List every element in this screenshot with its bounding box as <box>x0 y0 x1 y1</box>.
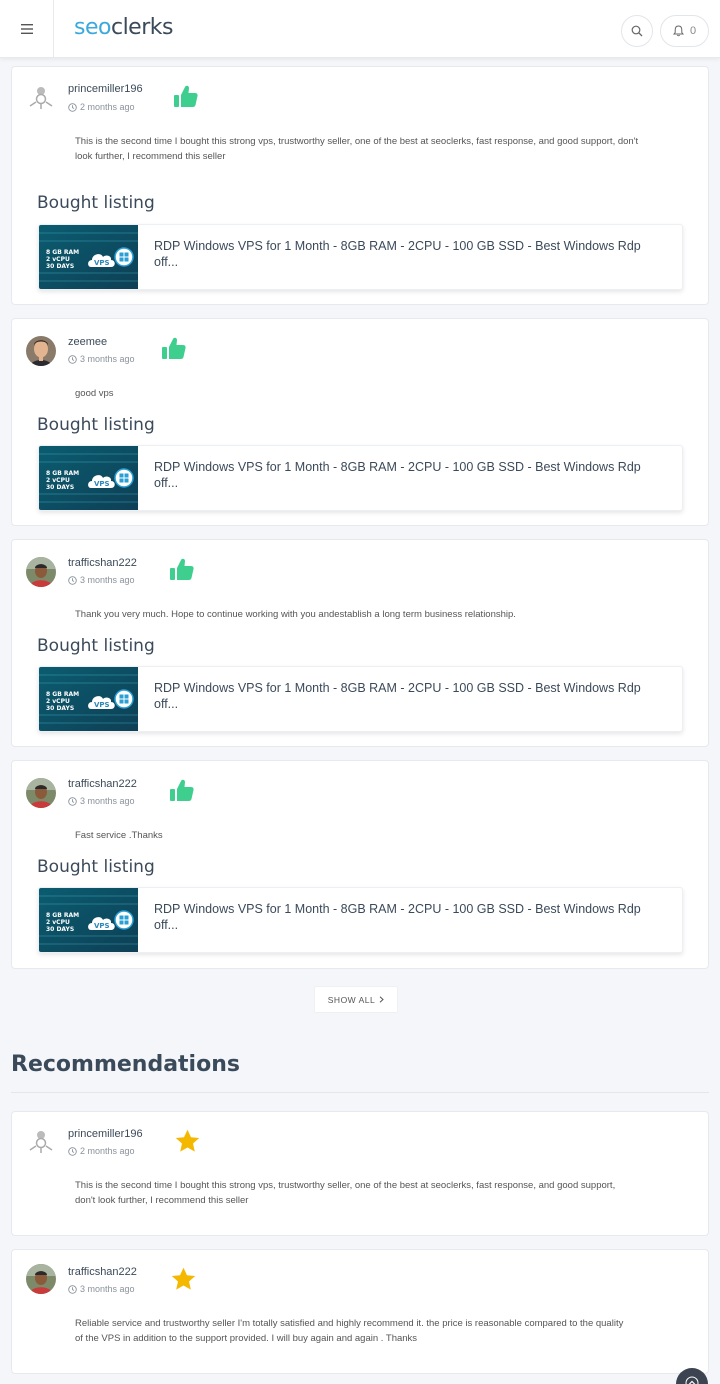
listing-title[interactable]: RDP Windows VPS for 1 Month - 8GB RAM - … <box>154 238 664 270</box>
clock-icon <box>68 354 77 364</box>
review-text: Fast service .Thanks <box>75 830 163 841</box>
listing-card[interactable]: 8 GB RAM 2 vCPU 30 DAYS VPS RDP Windows VP… <box>38 224 683 290</box>
svg-text:VPS: VPS <box>94 259 110 267</box>
recommendation-text: This is the second time I bought this st… <box>75 1180 616 1206</box>
bought-listing-title: Bought listing <box>37 857 155 877</box>
username[interactable]: trafficshan222 <box>68 557 137 569</box>
clock-icon <box>68 102 77 112</box>
svg-text:30 DAYS: 30 DAYS <box>46 263 74 270</box>
svg-text:2 vCPU: 2 vCPU <box>46 477 70 484</box>
hamburger-icon <box>20 24 33 34</box>
svg-text:2 vCPU: 2 vCPU <box>46 256 70 263</box>
svg-text:30 DAYS: 30 DAYS <box>46 705 74 712</box>
clock-icon <box>68 575 77 585</box>
logo-seo: seo <box>74 15 111 40</box>
search-button[interactable] <box>621 15 653 47</box>
thumbs-up-icon <box>162 337 186 359</box>
review-text: This is the second time I bought this st… <box>75 136 639 162</box>
menu-button[interactable] <box>0 0 54 58</box>
username[interactable]: zeemee <box>68 336 107 348</box>
svg-text:2 vCPU: 2 vCPU <box>46 698 70 705</box>
review-time: 3 months ago <box>68 354 135 364</box>
review-time: 3 months ago <box>68 796 135 806</box>
listing-thumbnail: 8 GB RAM2 vCPU30 DAYS VPS <box>39 446 138 510</box>
thumbs-up-icon <box>170 558 194 580</box>
recommendation-card: trafficshan222 3 months ago Reliable ser… <box>11 1249 709 1374</box>
listing-title[interactable]: RDP Windows VPS for 1 Month - 8GB RAM - … <box>154 459 664 491</box>
listing-thumbnail: 8 GB RAM2 vCPU30 DAYS VPS <box>39 888 138 952</box>
bought-listing-title: Bought listing <box>37 636 155 656</box>
avatar[interactable] <box>26 557 56 587</box>
svg-text:8 GB RAM: 8 GB RAM <box>46 249 79 256</box>
svg-text:VPS: VPS <box>94 701 110 709</box>
svg-text:30 DAYS: 30 DAYS <box>46 484 74 491</box>
section-divider <box>11 1092 709 1093</box>
listing-thumbnail: 8 GB RAM2 vCPU30 DAYS VPS <box>39 667 138 731</box>
listing-title[interactable]: RDP Windows VPS for 1 Month - 8GB RAM - … <box>154 680 664 712</box>
svg-text:8 GB RAM: 8 GB RAM <box>46 470 79 477</box>
star-icon <box>171 1267 196 1290</box>
recommendation-time: 3 months ago <box>68 1284 135 1294</box>
review-card: zeemee 3 months ago good vps Bought list… <box>11 318 709 526</box>
thumbs-up-icon <box>170 779 194 801</box>
review-time: 3 months ago <box>68 575 135 585</box>
svg-text:30 DAYS: 30 DAYS <box>46 926 74 933</box>
bell-icon <box>672 25 684 37</box>
listing-card[interactable]: 8 GB RAM 2 vCPU 30 DAYS VPS RDP Windows VP… <box>38 887 683 953</box>
top-header: seoclerks 0 <box>0 0 720 58</box>
review-text: Thank you very much. Hope to continue wo… <box>75 609 516 620</box>
avatar[interactable] <box>26 778 56 808</box>
username[interactable]: trafficshan222 <box>68 1266 137 1278</box>
review-card: trafficshan222 3 months ago Thank you ve… <box>11 539 709 747</box>
notification-count: 0 <box>689 25 697 37</box>
avatar[interactable] <box>26 82 56 112</box>
clock-icon <box>68 796 77 806</box>
listing-thumbnail: 8 GB RAM2 vCPU30 DAYS VPS <box>39 225 138 289</box>
username[interactable]: trafficshan222 <box>68 778 137 790</box>
chevron-right-icon <box>379 996 384 1003</box>
recommendation-text: Reliable service and trustworthy seller … <box>75 1318 624 1344</box>
username[interactable]: princemiller196 <box>68 83 143 95</box>
avatar[interactable] <box>26 1264 56 1294</box>
avatar[interactable] <box>26 336 56 366</box>
bought-listing-title: Bought listing <box>37 415 155 435</box>
notifications-button[interactable]: 0 <box>660 15 709 47</box>
clock-icon <box>68 1146 77 1156</box>
svg-text:8 GB RAM: 8 GB RAM <box>46 691 79 698</box>
clock-icon <box>68 1284 77 1294</box>
recommendation-time: 2 months ago <box>68 1146 135 1156</box>
logo-clerks: clerks <box>110 15 174 40</box>
review-time: 2 months ago <box>68 102 135 112</box>
review-text: good vps <box>75 388 114 399</box>
bought-listing-title: Bought listing <box>37 193 155 213</box>
review-card: princemiller196 2 months ago This is the… <box>11 66 709 305</box>
show-all-button[interactable]: SHOW ALL <box>314 986 398 1013</box>
star-icon <box>175 1129 200 1152</box>
recommendations-title: Recommendations <box>11 1052 240 1077</box>
thumbs-up-icon <box>174 85 198 107</box>
svg-text:2 vCPU: 2 vCPU <box>46 919 70 926</box>
review-card: trafficshan222 3 months ago Fast service… <box>11 760 709 969</box>
avatar[interactable] <box>26 1126 56 1156</box>
search-icon <box>631 25 643 37</box>
svg-text:8 GB RAM: 8 GB RAM <box>46 912 79 919</box>
svg-text:VPS: VPS <box>94 480 110 488</box>
chevron-up-icon <box>685 1376 699 1384</box>
svg-text:VPS: VPS <box>94 922 110 930</box>
listing-card[interactable]: 8 GB RAM 2 vCPU 30 DAYS VPS RDP Windows VP… <box>38 666 683 732</box>
listing-card[interactable]: 8 GB RAM 2 vCPU 30 DAYS VPS RDP Windows VP… <box>38 445 683 511</box>
listing-title[interactable]: RDP Windows VPS for 1 Month - 8GB RAM - … <box>154 901 664 933</box>
recommendation-card: princemiller196 2 months ago This is the… <box>11 1111 709 1236</box>
site-logo[interactable]: seoclerks <box>74 15 173 40</box>
username[interactable]: princemiller196 <box>68 1128 143 1140</box>
